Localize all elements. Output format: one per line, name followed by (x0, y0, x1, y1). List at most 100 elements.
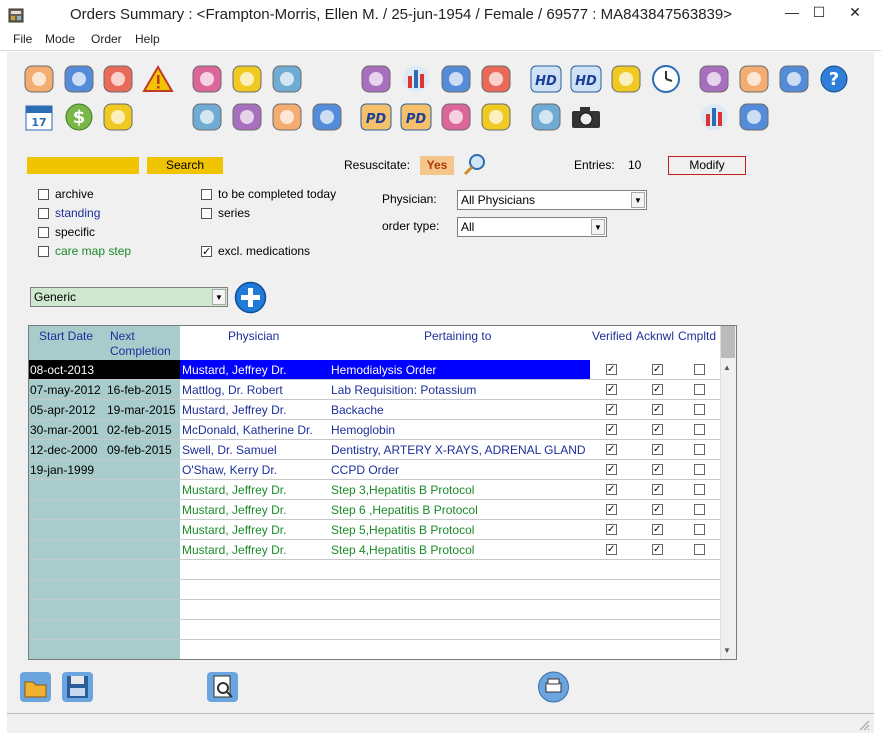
resize-grip-icon[interactable] (858, 719, 870, 731)
table-row[interactable]: 07-may-2012 16-feb-2015 Mattlog, Dr. Rober… (29, 380, 720, 400)
magnify-document-icon[interactable] (737, 63, 771, 95)
camera-icon[interactable] (569, 101, 603, 133)
header-pertaining-to[interactable]: Pertaining to (424, 329, 491, 343)
table-row[interactable]: 19-jan-1999 O'Shaw, Kerry Dr. CCPD Order (29, 460, 720, 480)
magnifier-icon[interactable] (462, 153, 488, 177)
series-checkbox[interactable] (201, 208, 212, 219)
body-front-icon[interactable] (439, 101, 473, 133)
table-row[interactable]: Mustard, Jeffrey Dr. Step 5,Hepatitis B P… (29, 520, 720, 540)
verified-checkbox[interactable] (606, 404, 617, 415)
test-tubes-alt-icon[interactable] (777, 63, 811, 95)
completed-checkbox[interactable] (694, 484, 705, 495)
care-map-step-checkbox[interactable] (38, 246, 49, 257)
to-be-completed-today-checkbox[interactable] (201, 189, 212, 200)
chevron-down-icon[interactable]: ▼ (591, 219, 605, 235)
hospital-icon[interactable] (310, 101, 344, 133)
acknowledged-checkbox[interactable] (652, 504, 663, 515)
table-row[interactable] (29, 620, 720, 640)
header-acknowledged[interactable]: Acknwl (636, 329, 674, 343)
bar-chart-icon[interactable] (399, 63, 433, 95)
handshake-icon[interactable] (270, 63, 304, 95)
hd-alt-icon[interactable]: HD (569, 63, 603, 95)
first-aid-kit-icon[interactable] (479, 63, 513, 95)
clock-icon[interactable] (649, 63, 683, 95)
completed-checkbox[interactable] (694, 384, 705, 395)
puzzle-icon[interactable] (190, 101, 224, 133)
completed-checkbox[interactable] (694, 524, 705, 535)
verified-checkbox[interactable] (606, 484, 617, 495)
maximize-button[interactable]: ☐ (802, 0, 836, 28)
patient-card-icon[interactable] (22, 63, 56, 95)
hand-stop-icon[interactable] (609, 63, 643, 95)
scroll-down-icon[interactable]: ▼ (723, 646, 731, 655)
acknowledged-checkbox[interactable] (652, 424, 663, 435)
menu-help[interactable]: Help (135, 32, 160, 46)
template-select[interactable]: Generic ▼ (30, 287, 228, 307)
verified-checkbox[interactable] (606, 384, 617, 395)
acknowledged-checkbox[interactable] (652, 404, 663, 415)
scrollbar-thumb[interactable] (721, 326, 735, 358)
completed-checkbox[interactable] (694, 464, 705, 475)
order-type-select[interactable]: All ▼ (457, 217, 607, 237)
table-row[interactable]: 30-mar-2001 02-feb-2015 McDonald, Katherin… (29, 420, 720, 440)
chevron-down-icon[interactable]: ▼ (631, 192, 645, 208)
completed-checkbox[interactable] (694, 544, 705, 555)
search-input[interactable] (27, 157, 139, 174)
specific-checkbox[interactable] (38, 227, 49, 238)
zoom-lens-icon[interactable] (737, 101, 771, 133)
pd-alt-icon[interactable]: PD (399, 101, 433, 133)
pd-icon[interactable]: PD (359, 101, 393, 133)
table-row[interactable] (29, 560, 720, 580)
header-completed[interactable]: Cmpltd (678, 329, 716, 343)
body-female-icon[interactable] (479, 101, 513, 133)
completed-checkbox[interactable] (694, 424, 705, 435)
excl-medications-checkbox[interactable] (201, 246, 212, 257)
chevron-down-icon[interactable]: ▼ (212, 289, 226, 305)
archive-checkbox[interactable] (38, 189, 49, 200)
acknowledged-checkbox[interactable] (652, 464, 663, 475)
search-button[interactable]: Search (147, 157, 223, 174)
vertical-scrollbar[interactable] (720, 326, 736, 659)
menu-file[interactable]: File (13, 32, 32, 46)
app-icon[interactable] (8, 6, 24, 24)
completed-checkbox[interactable] (694, 404, 705, 415)
pills-icon[interactable] (190, 63, 224, 95)
modify-button[interactable]: Modify (668, 156, 746, 175)
calendar-icon[interactable]: 17 (22, 101, 56, 133)
verified-checkbox[interactable] (606, 544, 617, 555)
flag-book-icon[interactable] (270, 101, 304, 133)
verified-checkbox[interactable] (606, 504, 617, 515)
acknowledged-checkbox[interactable] (652, 484, 663, 495)
bar-chart-alt-icon[interactable] (697, 101, 731, 133)
printer-icon[interactable] (439, 63, 473, 95)
table-row[interactable] (29, 580, 720, 600)
add-order-button[interactable] (234, 281, 267, 314)
verified-checkbox[interactable] (606, 464, 617, 475)
completed-checkbox[interactable] (694, 504, 705, 515)
acknowledged-checkbox[interactable] (652, 544, 663, 555)
standing-checkbox[interactable] (38, 208, 49, 219)
preview-icon[interactable] (206, 671, 239, 703)
table-row[interactable]: 08-oct-2013 Mustard, Jeffrey Dr. Hemodialy… (29, 360, 720, 380)
table-row[interactable]: Mustard, Jeffrey Dr. Step 6 ,Hepatitis B … (29, 500, 720, 520)
verified-checkbox[interactable] (606, 364, 617, 375)
header-physician[interactable]: Physician (228, 329, 279, 343)
verified-checkbox[interactable] (606, 444, 617, 455)
acknowledged-checkbox[interactable] (652, 384, 663, 395)
dollar-icon[interactable]: $ (62, 101, 96, 133)
menu-order[interactable]: Order (91, 32, 122, 46)
save-disk-icon[interactable] (61, 671, 94, 703)
scroll-up-icon[interactable]: ▲ (723, 363, 731, 372)
table-row[interactable]: 12-dec-2000 09-feb-2015 Swell, Dr. Samuel D… (29, 440, 720, 460)
verified-checkbox[interactable] (606, 424, 617, 435)
table-row[interactable]: Mustard, Jeffrey Dr. Step 3,Hepatitis B P… (29, 480, 720, 500)
print-circle-icon[interactable] (537, 671, 570, 703)
header-next[interactable]: Next (110, 329, 135, 343)
acknowledged-checkbox[interactable] (652, 444, 663, 455)
header-completion[interactable]: Completion (110, 344, 171, 358)
contacts-book-icon[interactable] (101, 101, 135, 133)
house-icon[interactable] (101, 63, 135, 95)
report-icon[interactable] (359, 63, 393, 95)
header-verified[interactable]: Verified (592, 329, 632, 343)
phone-icon[interactable] (62, 63, 96, 95)
